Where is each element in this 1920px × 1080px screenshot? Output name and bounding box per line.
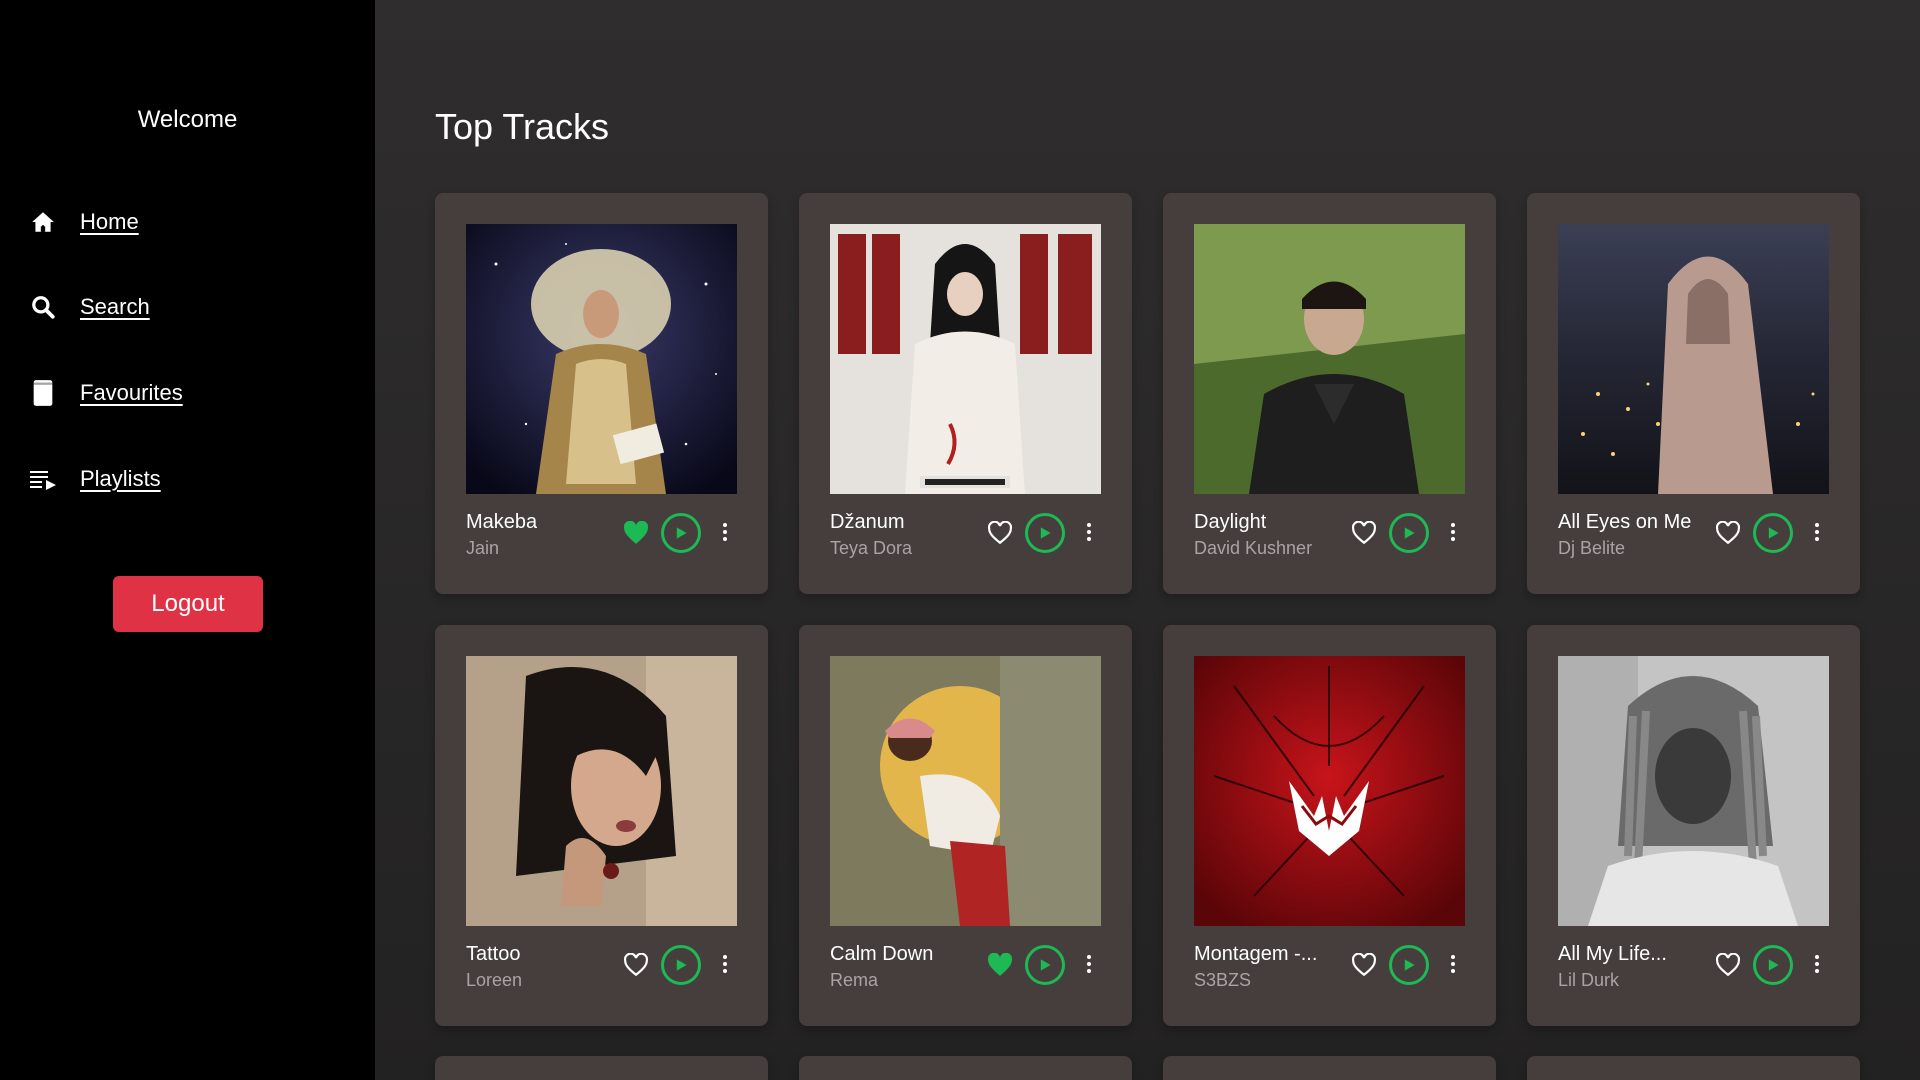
welcome-text: Welcome [137,106,238,133]
play-icon [1768,959,1779,971]
home-icon [28,207,58,237]
album-cover [466,224,737,494]
nav-item-playlists[interactable]: Playlists [28,464,161,494]
album-cover [1558,656,1829,926]
album-cover [830,224,1101,494]
track-artist: Teya Dora [830,538,913,558]
play-button[interactable] [1389,513,1429,553]
album-cover [466,656,737,926]
track-artist: S3BZS [1194,970,1252,990]
more-options-icon[interactable] [1086,522,1092,542]
track-title: Tattoo [466,943,521,965]
more-options-icon[interactable] [1814,522,1820,542]
track-card[interactable] [435,1056,768,1080]
play-button[interactable] [1025,513,1065,553]
book-icon [28,378,58,408]
more-options-icon[interactable] [722,954,728,974]
sidebar: Welcome Home Search Favourites Playlists… [0,0,375,1080]
track-card[interactable]: Džanum Teya Dora [799,193,1132,594]
track-card[interactable]: All Eyes on Me Dj Belite [1527,193,1860,594]
heart-filled-icon[interactable] [987,952,1013,977]
track-card[interactable]: Montagem -... S3BZS [1163,625,1496,1026]
more-options-icon[interactable] [722,522,728,542]
play-icon [676,959,687,971]
track-artist: Loreen [466,970,523,990]
track-artist: Rema [830,970,879,990]
track-title: Daylight [1194,511,1267,533]
track-title: Montagem -... [1194,943,1318,965]
heart-filled-icon[interactable] [623,520,649,545]
nav-item-favourites[interactable]: Favourites [28,378,183,408]
play-button[interactable] [661,513,701,553]
nav-item-search[interactable]: Search [28,292,150,322]
play-icon [1040,959,1051,971]
album-cover [1194,224,1465,494]
nav-item-home[interactable]: Home [28,207,139,237]
track-card[interactable] [1163,1056,1496,1080]
play-icon [1768,527,1779,539]
nav-label-favourites[interactable]: Favourites [80,380,183,406]
nav-label-playlists[interactable]: Playlists [80,466,161,492]
track-title: All Eyes on Me [1558,511,1692,533]
track-card[interactable]: Calm Down Rema [799,625,1132,1026]
play-button[interactable] [1025,945,1065,985]
track-card[interactable]: All My Life... Lil Durk [1527,625,1860,1026]
more-options-icon[interactable] [1450,522,1456,542]
playlist-icon [28,464,58,494]
track-card[interactable]: Tattoo Loreen [435,625,768,1026]
nav-label-home[interactable]: Home [80,209,139,235]
play-button[interactable] [1753,945,1793,985]
album-cover [830,656,1101,926]
heart-outline-icon[interactable] [1715,520,1741,545]
more-options-icon[interactable] [1450,954,1456,974]
track-artist: Dj Belite [1558,538,1626,558]
track-title: All My Life... [1558,943,1667,965]
play-icon [1404,959,1415,971]
play-icon [676,527,687,539]
track-grid: Makeba Jain Džanum Teya Dora Daylight Da… [435,193,1860,1026]
track-grid-next-row [435,1056,1860,1080]
heart-outline-icon[interactable] [1351,952,1377,977]
heart-outline-icon[interactable] [1715,952,1741,977]
heart-outline-icon[interactable] [623,952,649,977]
main-content: Top Tracks Makeba Jain Džanum Teya Dora … [375,0,1920,1080]
track-artist: Lil Durk [1558,970,1620,990]
track-card[interactable]: Daylight David Kushner [1163,193,1496,594]
album-cover [1558,224,1829,494]
track-artist: David Kushner [1194,538,1313,558]
page-title: Top Tracks [435,106,610,147]
track-card[interactable]: Makeba Jain [435,193,768,594]
play-icon [1040,527,1051,539]
logout-button[interactable]: Logout [113,576,263,632]
nav-label-search[interactable]: Search [80,294,150,320]
track-card[interactable] [799,1056,1132,1080]
play-button[interactable] [661,945,701,985]
more-options-icon[interactable] [1086,954,1092,974]
heart-outline-icon[interactable] [1351,520,1377,545]
track-artist: Jain [466,538,500,558]
track-title: Džanum [830,511,905,533]
heart-outline-icon[interactable] [987,520,1013,545]
more-options-icon[interactable] [1814,954,1820,974]
play-icon [1404,527,1415,539]
play-button[interactable] [1389,945,1429,985]
album-cover [1194,656,1465,926]
track-title: Makeba [466,511,538,533]
search-icon [28,292,58,322]
track-title: Calm Down [830,943,934,965]
play-button[interactable] [1753,513,1793,553]
track-card[interactable] [1527,1056,1860,1080]
